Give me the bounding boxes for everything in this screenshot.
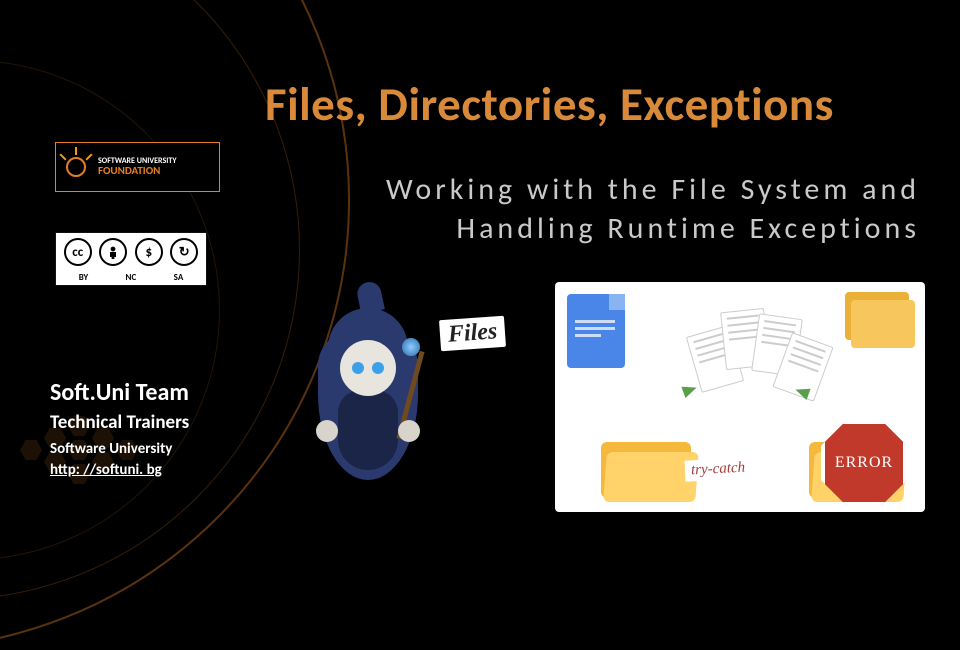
document-icon	[567, 294, 625, 368]
team-name: Soft.Uni Team	[50, 378, 189, 407]
nc-icon: $	[135, 238, 163, 266]
team-org: Software University	[50, 440, 189, 458]
cc-icon: cc	[64, 238, 92, 266]
error-stop-sign: ERROR	[821, 420, 907, 506]
folder-stack-icon	[841, 288, 917, 352]
slide-title: Files, Directories, Exceptions	[265, 75, 834, 133]
try-catch-label: try-catch	[684, 457, 751, 481]
cc-label-nc: NC	[126, 272, 137, 283]
logo-line2: FOUNDATION	[98, 165, 176, 177]
team-credits: Soft.Uni Team Technical Trainers Softwar…	[50, 378, 189, 479]
team-role: Technical Trainers	[50, 411, 189, 434]
by-icon	[99, 238, 127, 266]
files-illustration: try-catch ERROR	[555, 282, 925, 512]
team-link[interactable]: http: //softuni. bg	[50, 461, 162, 479]
sa-icon: ↻	[170, 238, 198, 266]
error-label: ERROR	[835, 454, 893, 472]
cc-label-sa: SA	[174, 272, 184, 283]
cc-label-by: BY	[79, 272, 88, 283]
arrow-icon	[681, 382, 698, 398]
slide-subtitle: Working with the File System and Handlin…	[260, 170, 920, 248]
lightbulb-icon	[60, 151, 92, 183]
files-label: Files	[439, 316, 506, 351]
wizard-mascot	[288, 290, 448, 500]
folder-open-icon	[601, 434, 697, 500]
bg-arc	[0, 0, 300, 600]
cc-license-badge: cc $ ↻ BY NC SA	[55, 232, 207, 286]
softuni-foundation-logo: SOFTWARE UNIVERSITY FOUNDATION	[55, 142, 220, 192]
